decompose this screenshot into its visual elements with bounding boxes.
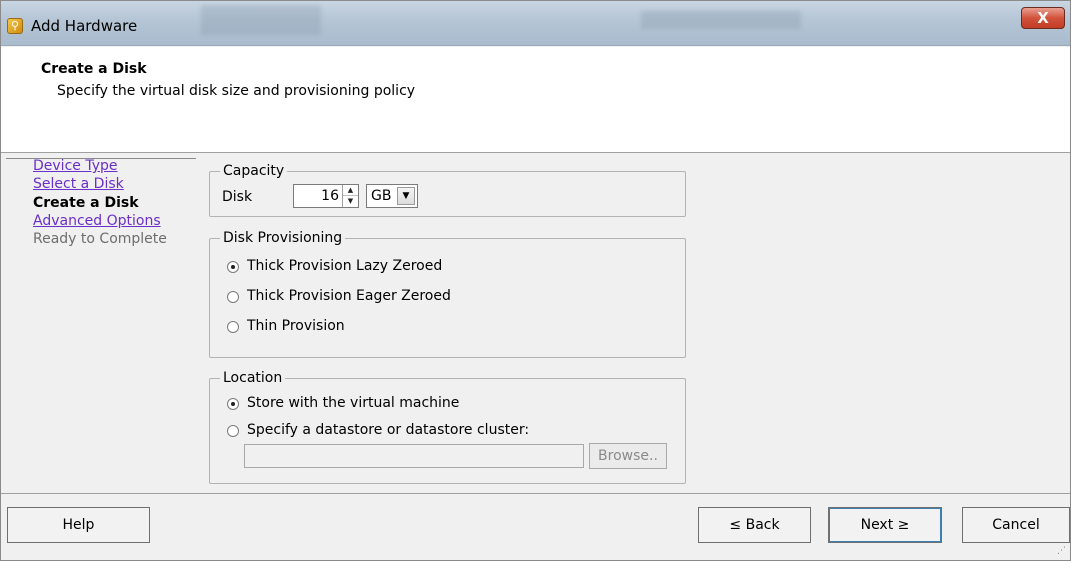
nav-item-advanced-options[interactable]: Advanced Options <box>33 214 161 229</box>
app-icon: ⚲ <box>7 18 23 34</box>
wizard-header: Create a Disk Specify the virtual disk s… <box>1 47 1070 153</box>
title-bar[interactable]: ⚲ Add Hardware X <box>1 1 1070 46</box>
datastore-path-input <box>244 444 584 468</box>
radio-label: Specify a datastore or datastore cluster… <box>247 422 530 438</box>
page-title: Create a Disk <box>41 61 147 77</box>
radio-selected-icon[interactable] <box>227 398 239 410</box>
radio-selected-icon[interactable] <box>227 261 239 273</box>
nav-item-ready-to-complete: Ready to Complete <box>33 231 167 247</box>
disk-provisioning-legend: Disk Provisioning <box>220 230 346 246</box>
disk-unit-value: GB <box>371 188 392 204</box>
nav-item-device-type[interactable]: Device Type <box>33 159 118 174</box>
close-button[interactable]: X <box>1021 7 1065 29</box>
radio-icon[interactable] <box>227 321 239 333</box>
disk-size-label: Disk <box>222 189 253 205</box>
location-legend: Location <box>220 370 286 386</box>
nav-item-select-a-disk[interactable]: Select a Disk <box>33 177 124 192</box>
back-button[interactable]: ≤ Back <box>698 507 811 543</box>
capacity-legend: Capacity <box>220 163 288 179</box>
disk-size-stepper[interactable]: ▲ ▼ <box>293 184 359 208</box>
stepper-buttons: ▲ ▼ <box>342 185 358 207</box>
nav-item-create-a-disk: Create a Disk <box>33 195 139 211</box>
increment-arrow-icon[interactable]: ▲ <box>343 185 358 196</box>
page-subtitle: Specify the virtual disk size and provis… <box>57 83 416 99</box>
footer-divider <box>1 493 1070 494</box>
disk-size-input[interactable] <box>294 185 342 207</box>
next-button[interactable]: Next ≥ <box>828 507 942 543</box>
disk-unit-select[interactable]: GB ▼ <box>366 184 418 208</box>
radio-label: Thin Provision <box>247 318 345 334</box>
help-button[interactable]: Help <box>7 507 150 543</box>
resize-grip-icon[interactable]: ⋰ <box>1057 546 1066 556</box>
decrement-arrow-icon[interactable]: ▼ <box>343 196 358 207</box>
capacity-group: Capacity <box>209 163 686 217</box>
radio-label: Store with the virtual machine <box>247 395 460 411</box>
add-hardware-dialog: ⚲ Add Hardware X Create a Disk Specify t… <box>0 0 1071 561</box>
cancel-button[interactable]: Cancel <box>962 507 1070 543</box>
background-blur <box>641 11 801 29</box>
radio-label: Thick Provision Eager Zeroed <box>247 288 451 304</box>
radio-icon[interactable] <box>227 425 239 437</box>
window-title: Add Hardware <box>31 17 138 35</box>
radio-label: Thick Provision Lazy Zeroed <box>247 258 443 274</box>
background-blur <box>201 5 321 35</box>
browse-button: Browse.. <box>589 443 667 469</box>
radio-icon[interactable] <box>227 291 239 303</box>
dropdown-arrow-icon[interactable]: ▼ <box>397 187 415 205</box>
